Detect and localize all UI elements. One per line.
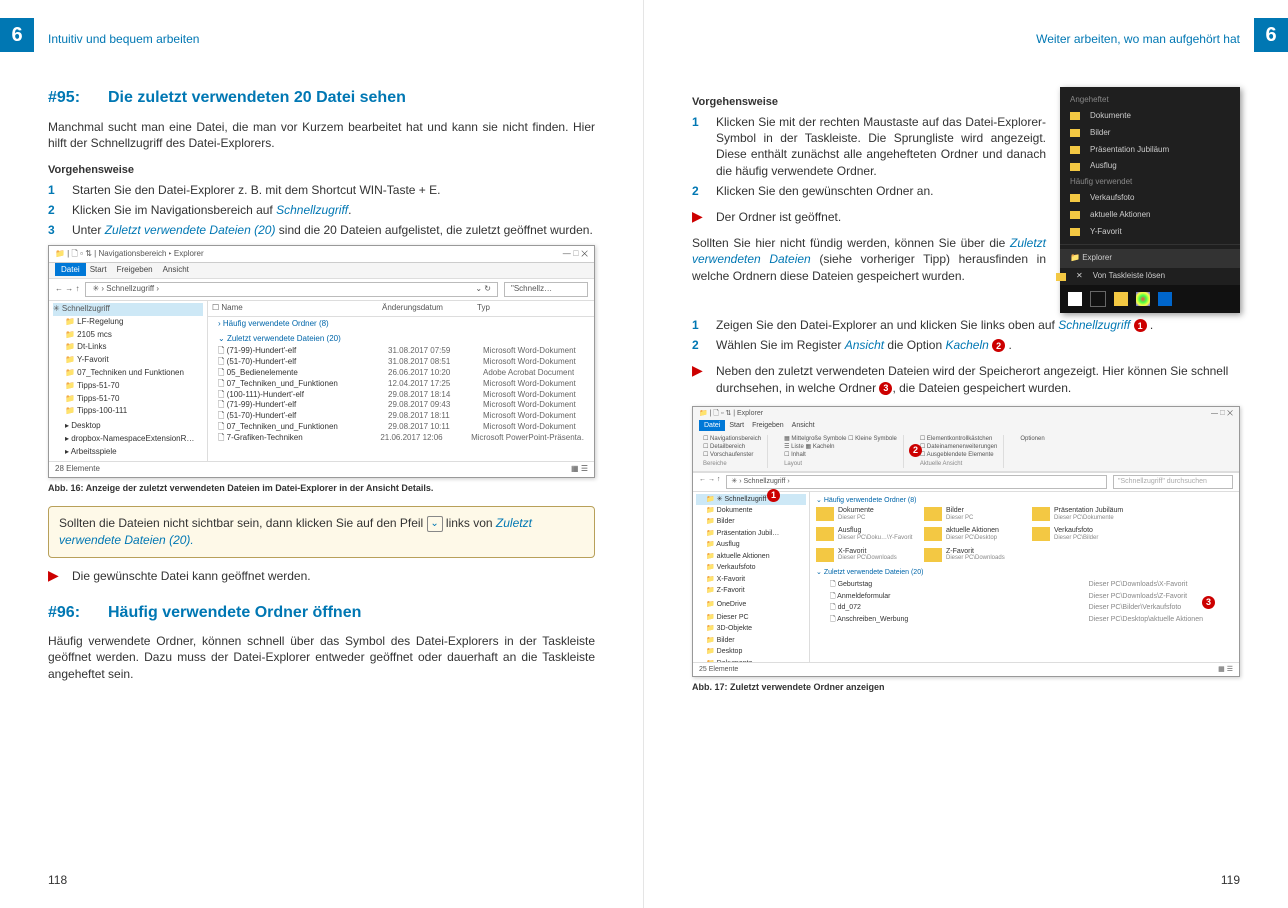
chapter-tab-left: 6	[0, 18, 34, 52]
result-95: ▶Die gewünschte Datei kann geöffnet werd…	[48, 568, 595, 584]
result-icon: ▶	[692, 209, 716, 225]
chapter-tab-right: 6	[1254, 18, 1288, 52]
running-head-left: Intuitiv und bequem arbeiten	[48, 31, 595, 47]
figure-16-explorer: 📁 | 🗋 ▫ ⇅ | Navigationsbereich ▸ Explore…	[48, 245, 595, 478]
callout-overlay-3: 3	[1202, 596, 1215, 609]
page-left: 6 Intuitiv und bequem arbeiten #95:Die z…	[0, 0, 644, 908]
callout-1: 1	[1134, 319, 1147, 332]
figure-16-caption: Abb. 16: Anzeige der zuletzt verwendeten…	[48, 482, 595, 494]
running-head-right: Weiter arbeiten, wo man aufgehört hat	[692, 31, 1240, 47]
callout-2: 2	[992, 339, 1005, 352]
tip-box: Sollten die Dateien nicht sichtbar sein,…	[48, 506, 595, 558]
book-spread: 6 Intuitiv und bequem arbeiten #95:Die z…	[0, 0, 1288, 908]
callout-overlay-2: 2	[909, 444, 922, 457]
page-number-left: 118	[48, 872, 67, 888]
step-r-2: 2Klicken Sie den gewünschten Ordner an.	[692, 183, 1046, 199]
procedure-heading: Vorgehensweise	[48, 163, 595, 178]
paragraph-r-2: Sollten Sie hier nicht fündig werden, kö…	[692, 235, 1046, 284]
callout-3: 3	[879, 382, 892, 395]
step-r-3: 1Zeigen Sie den Datei-Explorer an und kl…	[692, 317, 1240, 333]
chevron-down-icon: ⌄	[427, 516, 443, 532]
tip-95-intro: Manchmal sucht man eine Datei, die man v…	[48, 119, 595, 151]
taskbar	[1060, 285, 1240, 313]
step-95-2: 2Klicken Sie im Navigationsbereich auf S…	[48, 202, 595, 218]
result-icon: ▶	[48, 568, 72, 584]
page-number-right: 119	[1221, 872, 1240, 888]
step-95-1: 1Starten Sie den Datei-Explorer z. B. mi…	[48, 182, 595, 198]
result-icon: ▶	[692, 363, 716, 395]
step-95-3: 3Unter Zuletzt verwendete Dateien (20) s…	[48, 222, 595, 238]
step-r-1: 1Klicken Sie mit der rechten Maustaste a…	[692, 114, 1046, 179]
tip-96-heading: #96:Häufig verwendete Ordner öffnen	[48, 602, 595, 624]
figure-17-caption: Abb. 17: Zuletzt verwendete Ordner anzei…	[692, 681, 1240, 693]
procedure-heading-r: Vorgehensweise	[692, 95, 1046, 110]
callout-overlay-1: 1	[767, 489, 780, 502]
page-right: 6 Weiter arbeiten, wo man aufgehört hat …	[644, 0, 1288, 908]
result-r-1: ▶Der Ordner ist geöffnet.	[692, 209, 1046, 225]
tip-95-heading: #95:Die zuletzt verwendeten 20 Datei seh…	[48, 87, 595, 109]
result-r-2: ▶Neben den zuletzt verwendeten Dateien w…	[692, 363, 1240, 395]
step-r-4: 2Wählen Sie im Register Ansicht die Opti…	[692, 337, 1240, 353]
figure-17-explorer: 📁 | 🗋 ▫ ⇅ | Explorer— 🗆 ✕ DateiStartFrei…	[692, 406, 1240, 677]
figure-jumplist: Angeheftet DokumenteBilderPräsentation J…	[1060, 87, 1240, 313]
tip-96-intro: Häufig verwendete Ordner, können schnell…	[48, 633, 595, 682]
